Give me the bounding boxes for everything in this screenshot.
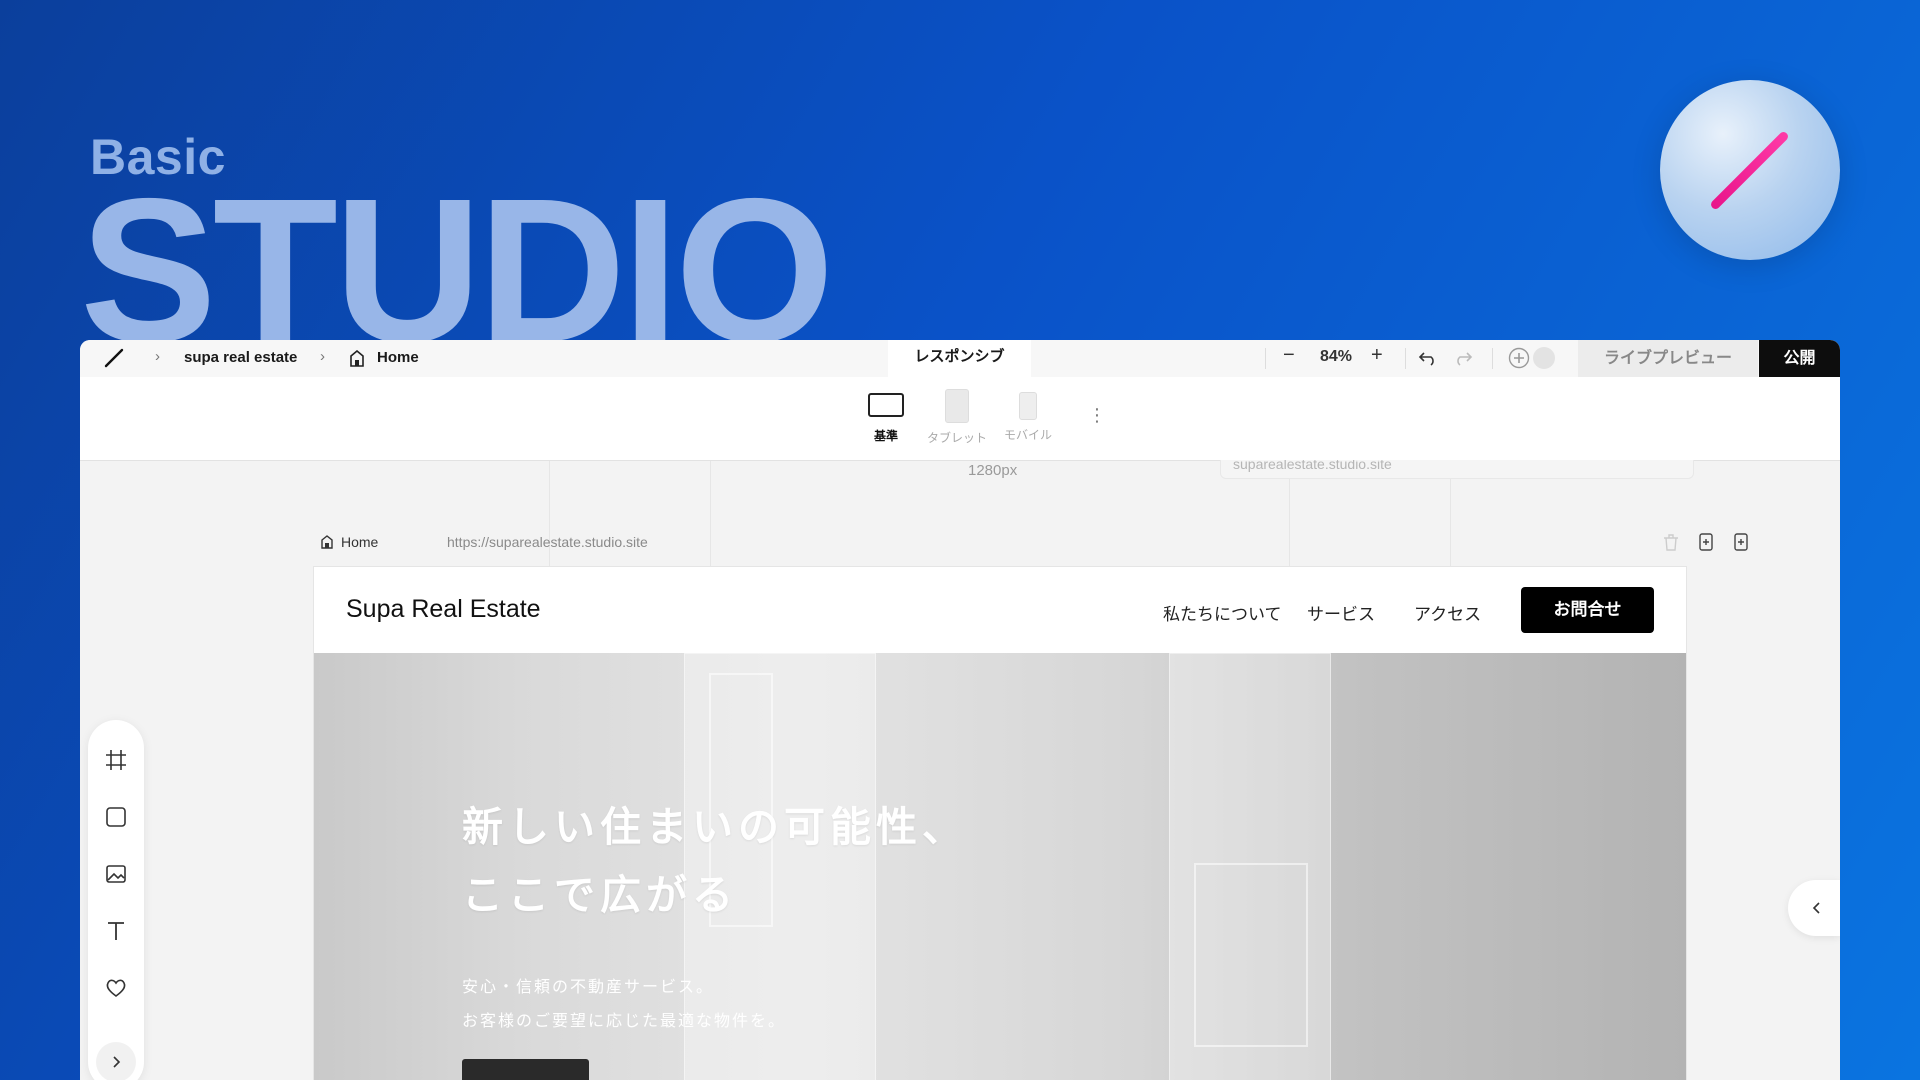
more-vertical-icon[interactable]: ⋮ — [1088, 405, 1106, 426]
site-brand[interactable]: Supa Real Estate — [346, 595, 541, 624]
tab-responsive[interactable]: レスポンシブ — [888, 340, 1031, 377]
tablet-icon — [945, 389, 969, 423]
slash-logo-icon[interactable] — [102, 346, 126, 370]
divider — [1265, 348, 1266, 369]
right-panel-toggle[interactable] — [1788, 880, 1840, 936]
add-page-icon[interactable] — [1731, 532, 1751, 552]
device-switcher-bar: 基準 タブレット モバイル ⋮ — [80, 377, 1840, 461]
breadcrumb-page[interactable]: Home — [377, 349, 419, 366]
frame-icon[interactable] — [102, 746, 130, 774]
device-label: モバイル — [1003, 428, 1052, 442]
editor-window: › supa real estate › Home レスポンシブ − 84% +… — [80, 340, 1840, 1080]
desktop-icon — [868, 393, 904, 417]
url-ghost: suparealestate.studio.site — [1220, 460, 1694, 479]
top-toolbar: › supa real estate › Home レスポンシブ − 84% +… — [80, 340, 1840, 378]
page-label-row: Home https://suparealestate.studio.site — [321, 532, 1748, 556]
contact-button[interactable]: お問合せ — [1521, 587, 1654, 633]
home-icon — [350, 350, 364, 367]
device-desktop[interactable]: 基準 — [851, 389, 921, 444]
trash-icon[interactable] — [1661, 532, 1681, 552]
hero-sub-line: お客様のご要望に応じた最適な物件を。 — [462, 1013, 787, 1030]
redo-icon[interactable] — [1453, 350, 1473, 366]
hero-sub-line: 安心・信頼の不動産サービス。 — [462, 979, 715, 996]
box-icon[interactable] — [102, 803, 130, 831]
divider — [1405, 348, 1406, 369]
hero-button[interactable] — [462, 1059, 589, 1080]
nav-item-access[interactable]: アクセス — [1414, 600, 1481, 625]
device-label: 基準 — [873, 429, 898, 443]
publish-button[interactable]: 公開 — [1759, 340, 1840, 377]
zoom-out-button[interactable]: − — [1283, 344, 1295, 367]
text-icon[interactable] — [102, 917, 130, 945]
page-url[interactable]: https://suparealestate.studio.site — [447, 534, 648, 550]
chevron-right-icon: › — [155, 348, 160, 365]
nav-item-services[interactable]: サービス — [1307, 600, 1375, 625]
chevron-right-icon: › — [320, 348, 325, 365]
site-hero-section[interactable]: 新しい住まいの可能性、 ここで広がる 安心・信頼の不動産サービス。 お客様のご要… — [314, 653, 1686, 1080]
site-header[interactable]: Supa Real Estate 私たちについて サービス アクセス お問合せ — [314, 567, 1686, 653]
tool-palette — [88, 720, 144, 1080]
door-panel — [1194, 863, 1308, 1047]
add-collaborator-icon[interactable] — [1508, 347, 1530, 369]
studio-logo-badge — [1660, 80, 1840, 260]
hero-heading-line: ここで広がる — [462, 872, 738, 918]
device-mobile[interactable]: モバイル — [993, 389, 1063, 443]
divider — [1492, 348, 1493, 369]
hero-subtext[interactable]: 安心・信頼の不動産サービス。 お客様のご要望に応じた最適な物件を。 — [462, 971, 786, 1039]
hero-heading[interactable]: 新しい住まいの可能性、 ここで広がる — [462, 793, 968, 929]
device-label: タブレット — [926, 431, 987, 445]
site-preview-frame[interactable]: Supa Real Estate 私たちについて サービス アクセス お問合せ … — [314, 567, 1686, 1080]
slash-logo-icon — [1709, 130, 1790, 211]
breadcrumb-project[interactable]: supa real estate — [184, 349, 297, 366]
image-icon[interactable] — [102, 860, 130, 888]
zoom-in-button[interactable]: + — [1371, 344, 1383, 367]
page-label[interactable]: Home — [341, 534, 378, 550]
device-tablet[interactable]: タブレット — [922, 389, 992, 446]
zoom-level[interactable]: 84% — [1320, 348, 1352, 366]
nav-item-about[interactable]: 私たちについて — [1163, 600, 1282, 625]
chevron-left-icon — [1812, 902, 1820, 914]
mobile-icon — [1019, 392, 1037, 420]
undo-icon[interactable] — [1418, 350, 1438, 366]
live-preview-button[interactable]: ライブプレビュー — [1578, 340, 1758, 377]
heart-icon[interactable] — [102, 974, 130, 1002]
hero-heading-line: 新しい住まいの可能性、 — [462, 804, 968, 850]
avatar[interactable] — [1533, 347, 1555, 369]
home-icon — [321, 535, 333, 549]
width-readout: 1280px — [968, 462, 1018, 479]
chevron-right-icon[interactable] — [96, 1042, 136, 1080]
duplicate-page-icon[interactable] — [1696, 532, 1716, 552]
